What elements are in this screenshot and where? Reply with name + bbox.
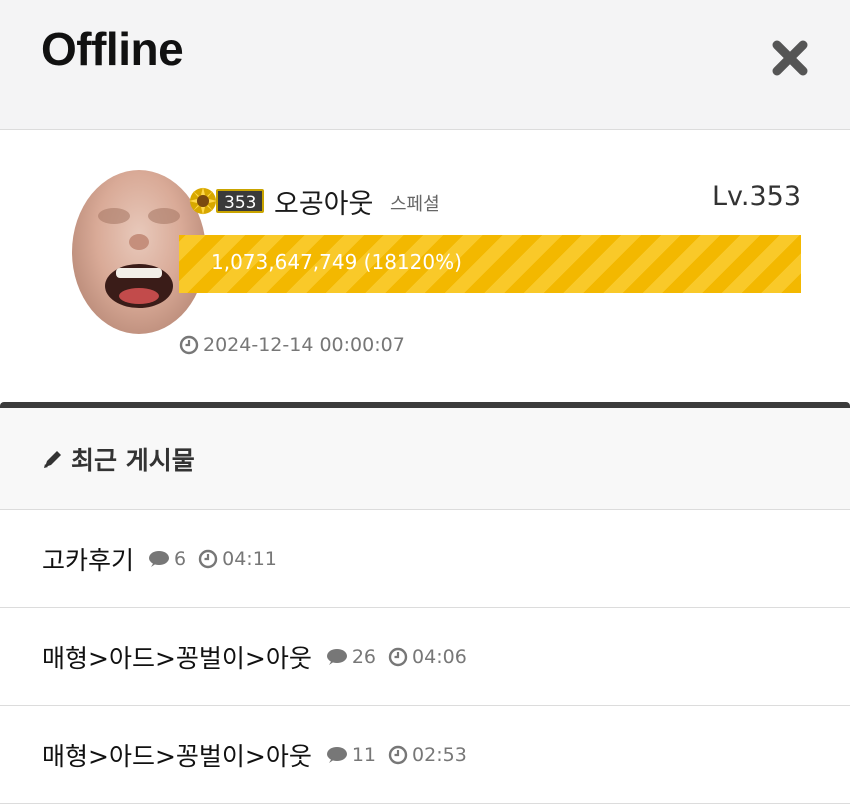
post-time: 04:11 (198, 548, 277, 570)
clock-icon (388, 745, 408, 764)
close-button[interactable] (768, 36, 812, 80)
comment-count: 11 (326, 744, 376, 766)
clock-icon (388, 647, 408, 666)
nickname[interactable]: 오공아웃 (274, 182, 373, 221)
profile-section: 353 오공아웃 스페셜 Lv.353 1,073,647,749 (18120… (0, 130, 850, 402)
comment-icon (326, 648, 347, 665)
level-badge: 353 (216, 189, 265, 213)
post-time: 04:06 (388, 646, 467, 668)
post-title[interactable]: 고카후기 (42, 541, 134, 577)
pencil-icon (44, 450, 61, 468)
comment-count: 6 (148, 548, 186, 570)
section-title: 최근 게시물 (71, 445, 195, 475)
close-icon (772, 40, 808, 76)
sun-badge-icon (189, 187, 217, 215)
level-text: Lv.353 (711, 181, 801, 212)
clock-icon (179, 335, 199, 355)
rank-label: 스페셜 (390, 194, 440, 215)
modal-header: Offline (0, 0, 850, 130)
comment-icon (149, 550, 170, 567)
clock-icon (198, 549, 218, 568)
post-time: 02:53 (388, 744, 467, 766)
post-title[interactable]: 매형>아드>꽁벌이>아웃 (42, 639, 312, 675)
status-title: Offline (41, 23, 184, 75)
comment-count: 26 (326, 646, 376, 668)
list-item[interactable]: 매형>아드>꽁벌이>아웃 26 04:06 (0, 608, 850, 706)
list-item[interactable]: 고카후기 6 04:11 (0, 510, 850, 608)
last-seen-row: 2024-12-14 00:00:07 (179, 334, 405, 356)
recent-posts-header: 최근 게시물 (0, 408, 850, 510)
comment-icon (326, 746, 347, 763)
exp-progress-bar: 1,073,647,749 (18120%) (179, 235, 801, 293)
last-seen-date: 2024-12-14 00:00:07 (203, 334, 405, 356)
exp-text: 1,073,647,749 (18120%) (211, 250, 462, 274)
list-item[interactable]: 매형>아드>꽁벌이>아웃 11 02:53 (0, 706, 850, 804)
post-title[interactable]: 매형>아드>꽁벌이>아웃 (42, 737, 312, 773)
